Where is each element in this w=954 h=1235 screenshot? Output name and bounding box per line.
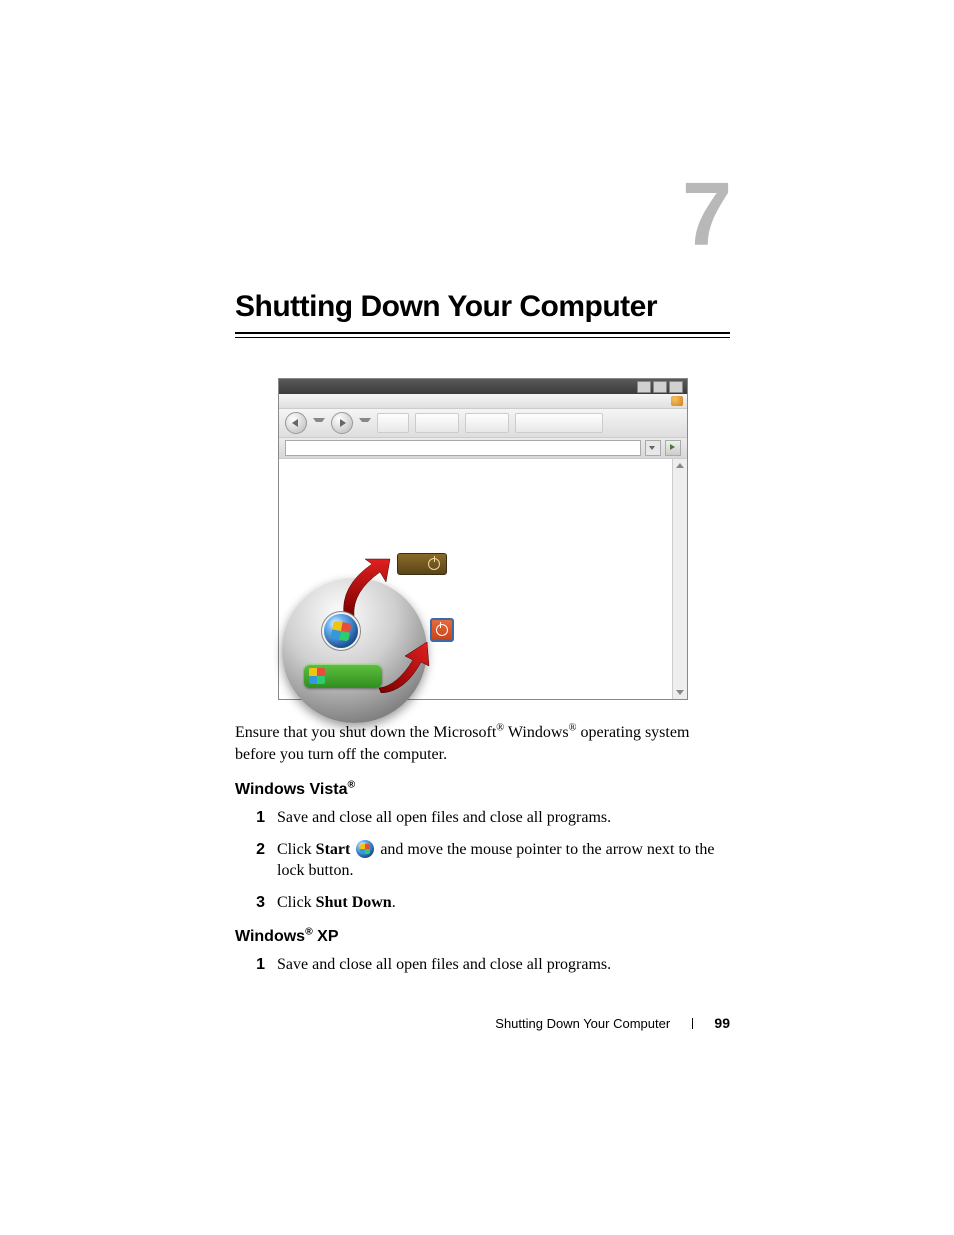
text: Ensure that you shut down the Microsoft bbox=[235, 724, 496, 741]
bold-text: Shut Down bbox=[316, 894, 392, 911]
text: Click bbox=[277, 841, 316, 858]
maximize-icon bbox=[653, 381, 667, 393]
step-text: Save and close all open files and close … bbox=[277, 954, 730, 976]
forward-icon bbox=[331, 412, 353, 434]
registered-mark: ® bbox=[569, 723, 577, 734]
text: Windows bbox=[504, 724, 568, 741]
start-orb-vista-icon bbox=[324, 614, 358, 648]
step-number: 1 bbox=[235, 807, 265, 829]
step-number: 2 bbox=[235, 839, 265, 861]
subheading-vista: Windows Vista® bbox=[235, 781, 730, 799]
step: 3 Click Shut Down. bbox=[235, 892, 730, 914]
close-icon bbox=[669, 381, 683, 393]
address-go-icon bbox=[665, 440, 681, 456]
browser-window bbox=[278, 378, 688, 700]
chapter-title: Shutting Down Your Computer bbox=[235, 290, 730, 324]
step-text: Click Start and move the mouse pointer t… bbox=[277, 839, 730, 882]
footer-title: Shutting Down Your Computer bbox=[495, 1016, 670, 1031]
window-titlebar bbox=[279, 379, 687, 394]
text: Windows Vista bbox=[235, 781, 347, 798]
toolbar-segment bbox=[515, 413, 603, 433]
step: 1 Save and close all open files and clos… bbox=[235, 807, 730, 829]
step: 1 Save and close all open files and clos… bbox=[235, 954, 730, 976]
window-toolbar bbox=[279, 409, 687, 438]
page-footer: Shutting Down Your Computer 99 bbox=[235, 1015, 730, 1031]
registered-mark: ® bbox=[347, 780, 355, 791]
scrollbar bbox=[672, 459, 687, 699]
footer-separator bbox=[692, 1018, 693, 1029]
footer-page-number: 99 bbox=[714, 1015, 730, 1031]
steps-xp: 1 Save and close all open files and clos… bbox=[235, 954, 730, 976]
toolbar-segment bbox=[465, 413, 509, 433]
arrow-up-icon bbox=[332, 558, 392, 618]
text: . bbox=[392, 894, 396, 911]
window-menubar bbox=[279, 394, 687, 409]
minimize-icon bbox=[637, 381, 651, 393]
address-dropdown-icon bbox=[645, 440, 661, 456]
step-number: 3 bbox=[235, 892, 265, 914]
step-text: Save and close all open files and close … bbox=[277, 807, 730, 829]
shutdown-button-icon bbox=[430, 618, 454, 642]
text: Click bbox=[277, 894, 316, 911]
illustration-window bbox=[278, 378, 688, 700]
start-button-xp-icon bbox=[304, 664, 382, 688]
back-dropdown-icon bbox=[313, 418, 325, 428]
title-rule bbox=[235, 332, 730, 338]
arrow-side-icon bbox=[377, 638, 432, 693]
step-text: Click Shut Down. bbox=[277, 892, 730, 914]
power-button-icon bbox=[397, 553, 447, 575]
window-content-area bbox=[279, 459, 687, 699]
start-orb-inline-icon bbox=[356, 840, 374, 858]
forward-dropdown-icon bbox=[359, 418, 371, 428]
toolbar-segment bbox=[377, 413, 409, 433]
back-icon bbox=[285, 412, 307, 434]
chapter-number: 7 bbox=[235, 170, 730, 260]
registered-mark: ® bbox=[305, 926, 313, 937]
step: 2 Click Start and move the mouse pointer… bbox=[235, 839, 730, 882]
intro-paragraph: Ensure that you shut down the Microsoft ®… bbox=[235, 722, 730, 765]
address-bar bbox=[285, 440, 641, 456]
text: XP bbox=[313, 928, 339, 945]
bold-text: Start bbox=[316, 841, 351, 858]
step-number: 1 bbox=[235, 954, 265, 976]
steps-vista: 1 Save and close all open files and clos… bbox=[235, 807, 730, 913]
text: Windows bbox=[235, 928, 305, 945]
toolbar-segment bbox=[415, 413, 459, 433]
magnifier-circle bbox=[282, 578, 427, 723]
address-bar-row bbox=[279, 438, 687, 459]
subheading-xp: Windows® XP bbox=[235, 928, 730, 946]
